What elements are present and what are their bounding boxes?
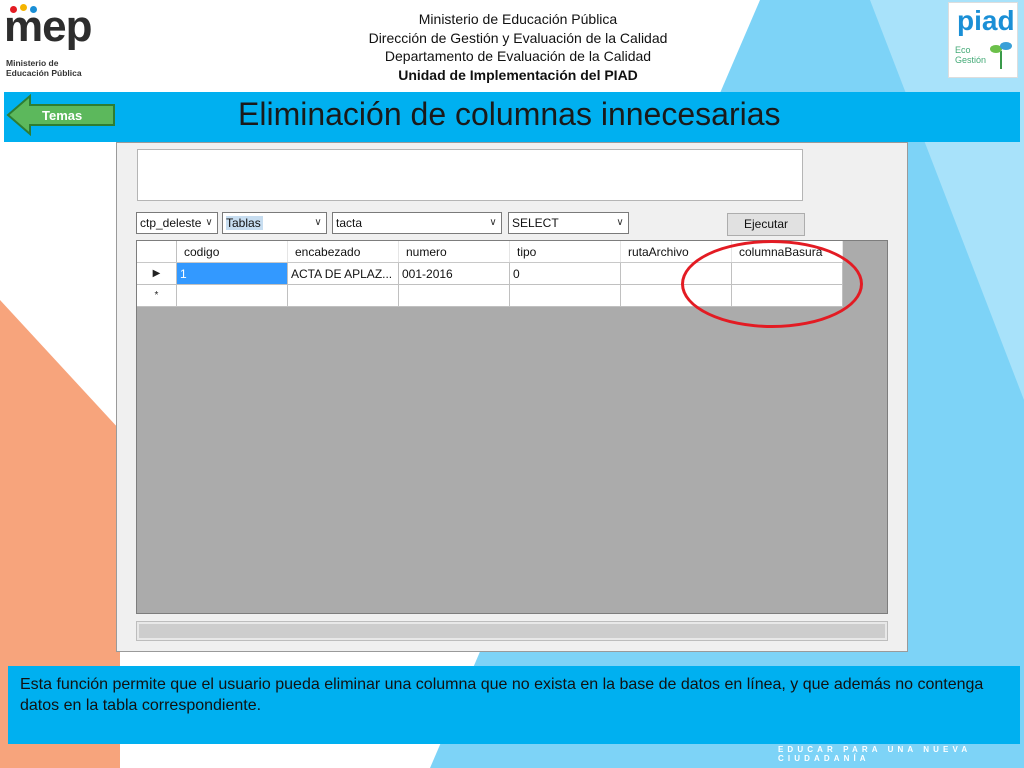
grid-cell[interactable]: 0	[509, 262, 621, 285]
logo-dot-blue	[30, 6, 37, 13]
chevron-down-icon: ∨	[201, 213, 217, 233]
temas-back-button[interactable]: Temas	[6, 93, 116, 137]
grid-cell[interactable]	[176, 284, 288, 307]
grid-cell[interactable]	[398, 284, 510, 307]
action-combo-value: SELECT	[512, 216, 559, 230]
grid-cell[interactable]: 001-2016	[398, 262, 510, 285]
mep-logo-text: mep	[4, 2, 92, 51]
header-line-unit: Unidad de Implementación del PIAD	[398, 66, 638, 83]
database-combo[interactable]: ctp_deleste ∨	[136, 212, 218, 234]
col-header-numero[interactable]: numero	[398, 241, 510, 263]
grid-cell[interactable]: ACTA DE APLAZ...	[287, 262, 399, 285]
row-indicator[interactable]: ▶	[137, 262, 177, 285]
col-header-encabezado[interactable]: encabezado	[287, 241, 399, 263]
header-line-department: Departamento de Evaluación de la Calidad	[384, 48, 652, 64]
slide-title: Eliminación de columnas innecesarias	[238, 96, 781, 132]
col-header-columnabasura[interactable]: columnaBasura	[731, 241, 843, 263]
horizontal-scrollbar[interactable]	[136, 621, 888, 641]
grid-cell[interactable]	[731, 262, 843, 285]
piad-logo: piad Eco Gestión	[948, 2, 1018, 78]
grid-cell[interactable]: 1	[176, 262, 288, 285]
col-header-rutaarchivo[interactable]: rutaArchivo	[620, 241, 732, 263]
scrollbar-thumb[interactable]	[139, 624, 885, 638]
grid-cell[interactable]	[620, 262, 732, 285]
grid-cell[interactable]	[509, 284, 621, 307]
table-combo[interactable]: tacta ∨	[332, 212, 502, 234]
type-combo-value: Tablas	[226, 216, 263, 230]
mep-logo-subtitle: Ministerio de Educación Pública	[6, 58, 82, 78]
table-row-new[interactable]: *	[137, 284, 843, 307]
row-indicator[interactable]: *	[137, 284, 177, 307]
execute-button[interactable]: Ejecutar	[727, 213, 805, 236]
header-line-direction: Dirección de Gestión y Evaluación de la …	[368, 29, 668, 46]
grid-cell[interactable]	[731, 284, 843, 307]
footer-slogan: EDUCAR PARA UNA NUEVA CIUDADANÍA	[778, 745, 971, 763]
table-row[interactable]: ▶ 1 ACTA DE APLAZ... 001-2016 0	[137, 262, 843, 285]
type-combo[interactable]: Tablas ∨	[222, 212, 327, 234]
table-combo-value: tacta	[336, 216, 363, 230]
col-header-codigo[interactable]: codigo	[176, 241, 288, 263]
app-window: ctp_deleste ∨ Tablas ∨ tacta ∨ SELECT ∨ …	[116, 142, 908, 652]
piad-logo-text: piad	[957, 5, 1015, 36]
header-line-ministry: Ministerio de Educación Pública	[418, 11, 618, 27]
query-textarea[interactable]	[137, 149, 803, 201]
piad-logo-subtitle: Eco Gestión	[955, 45, 987, 65]
title-bar: Temas Eliminación de columnas innecesari…	[4, 92, 1020, 142]
action-combo[interactable]: SELECT ∨	[508, 212, 629, 234]
grid-header-row: codigo encabezado numero tipo rutaArchiv…	[137, 241, 843, 263]
temas-label: Temas	[42, 108, 83, 123]
database-combo-value: ctp_deleste	[140, 216, 202, 230]
logo-dot-yellow	[20, 4, 27, 11]
chevron-down-icon: ∨	[612, 213, 628, 233]
grid-cell[interactable]	[620, 284, 732, 307]
mep-logo: mep Ministerio de Educación Pública	[4, 2, 94, 82]
data-grid[interactable]: codigo encabezado numero tipo rutaArchiv…	[136, 240, 888, 614]
sprout-icon	[990, 42, 1012, 69]
grid-corner	[137, 241, 177, 263]
description-text: Esta función permite que el usuario pued…	[20, 676, 984, 714]
chevron-down-icon: ∨	[310, 213, 326, 233]
header-text: Ministerio de Educación Pública Direcció…	[318, 10, 718, 84]
logo-dot-red	[10, 6, 17, 13]
description-box: Esta función permite que el usuario pued…	[8, 666, 1020, 744]
col-header-tipo[interactable]: tipo	[509, 241, 621, 263]
grid-cell[interactable]	[287, 284, 399, 307]
chevron-down-icon: ∨	[485, 213, 501, 233]
grid-table: codigo encabezado numero tipo rutaArchiv…	[137, 241, 843, 307]
